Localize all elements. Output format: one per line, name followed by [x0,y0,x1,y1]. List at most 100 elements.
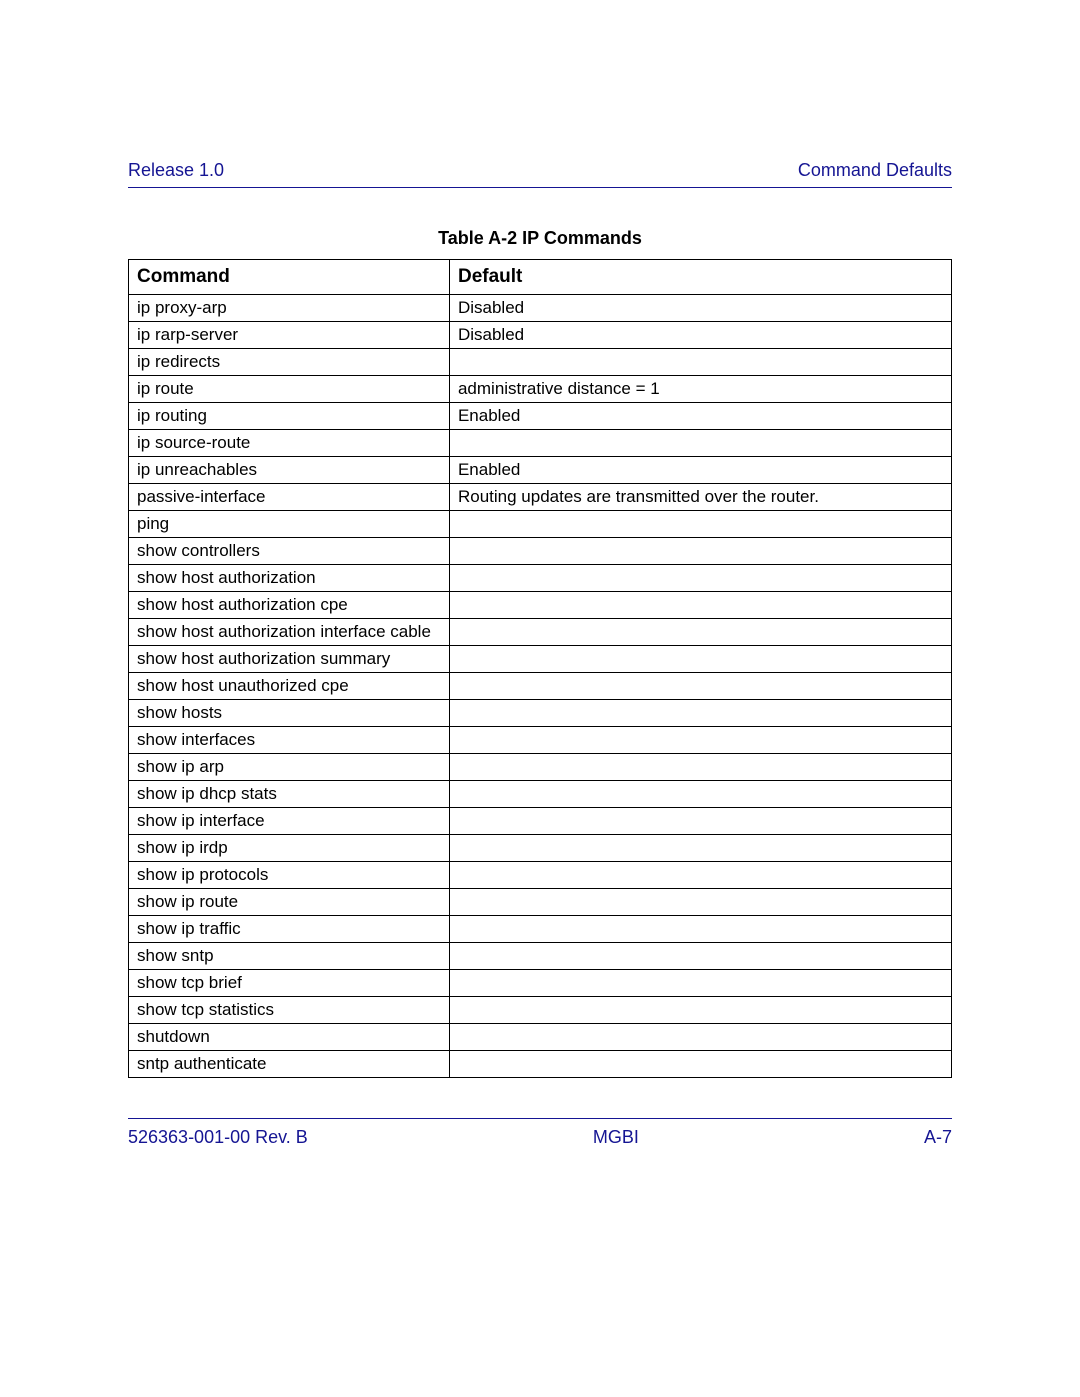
cell-command: show ip traffic [129,916,450,943]
table-row: show tcp brief [129,970,952,997]
cell-command: show ip interface [129,808,450,835]
cell-default: Disabled [449,295,951,322]
cell-default [449,727,951,754]
cell-command: show tcp statistics [129,997,450,1024]
table-row: show controllers [129,538,952,565]
table-row: ip routingEnabled [129,403,952,430]
cell-default [449,592,951,619]
cell-command: ip routing [129,403,450,430]
cell-default: administrative distance = 1 [449,376,951,403]
cell-default [449,1051,951,1078]
cell-command: show host authorization [129,565,450,592]
cell-command: show ip route [129,889,450,916]
cell-command: show host authorization interface cable [129,619,450,646]
cell-command: show host authorization cpe [129,592,450,619]
table-row: show tcp statistics [129,997,952,1024]
cell-default [449,673,951,700]
cell-default: Enabled [449,457,951,484]
table-row: show host authorization summary [129,646,952,673]
table-row: ip unreachablesEnabled [129,457,952,484]
cell-default [449,808,951,835]
cell-default [449,619,951,646]
cell-default [449,997,951,1024]
table-row: ip proxy-arpDisabled [129,295,952,322]
col-command: Command [129,260,450,295]
cell-command: show ip irdp [129,835,450,862]
table-title: Table A-2 IP Commands [128,228,952,249]
cell-command: show interfaces [129,727,450,754]
page-header: Release 1.0 Command Defaults [128,160,952,188]
table-row: ip rarp-serverDisabled [129,322,952,349]
page-footer: 526363-001-00 Rev. B MGBI A-7 [128,1119,952,1148]
table-row: show ip traffic [129,916,952,943]
table-row: ip source-route [129,430,952,457]
table-row: show ip route [129,889,952,916]
table-row: ping [129,511,952,538]
cell-command: ping [129,511,450,538]
table-row: show host authorization cpe [129,592,952,619]
table-row: show host unauthorized cpe [129,673,952,700]
cell-command: ip source-route [129,430,450,457]
cell-default [449,970,951,997]
table-row: sntp authenticate [129,1051,952,1078]
cell-command: shutdown [129,1024,450,1051]
cell-command: passive-interface [129,484,450,511]
cell-default [449,781,951,808]
cell-command: show ip dhcp stats [129,781,450,808]
cell-default [449,349,951,376]
footer-right: A-7 [924,1127,952,1148]
cell-default [449,430,951,457]
cell-default [449,565,951,592]
table-row: show sntp [129,943,952,970]
table-header-row: Command Default [129,260,952,295]
table-row: show interfaces [129,727,952,754]
cell-default [449,511,951,538]
cell-command: ip proxy-arp [129,295,450,322]
cell-default [449,889,951,916]
table-row: show host authorization [129,565,952,592]
cell-default [449,835,951,862]
cell-command: show host unauthorized cpe [129,673,450,700]
cell-command: show host authorization summary [129,646,450,673]
cell-command: show sntp [129,943,450,970]
cell-default: Disabled [449,322,951,349]
cell-command: sntp authenticate [129,1051,450,1078]
cell-default [449,754,951,781]
cell-command: show tcp brief [129,970,450,997]
footer-center: MGBI [593,1127,639,1148]
cell-default [449,916,951,943]
header-left: Release 1.0 [128,160,224,181]
table-row: shutdown [129,1024,952,1051]
table-row: show ip dhcp stats [129,781,952,808]
col-default: Default [449,260,951,295]
cell-command: ip unreachables [129,457,450,484]
table-row: show ip arp [129,754,952,781]
cell-default [449,862,951,889]
table-row: show ip interface [129,808,952,835]
table-row: show ip protocols [129,862,952,889]
cell-default: Routing updates are transmitted over the… [449,484,951,511]
cell-command: ip route [129,376,450,403]
cell-command: ip rarp-server [129,322,450,349]
table-row: show host authorization interface cable [129,619,952,646]
table-row: passive-interfaceRouting updates are tra… [129,484,952,511]
cell-command: ip redirects [129,349,450,376]
cell-default: Enabled [449,403,951,430]
cell-default [449,700,951,727]
footer-left: 526363-001-00 Rev. B [128,1127,308,1148]
cell-command: show ip protocols [129,862,450,889]
cell-default [449,646,951,673]
table-row: ip routeadministrative distance = 1 [129,376,952,403]
cell-default [449,538,951,565]
ip-commands-table: Command Default ip proxy-arpDisabledip r… [128,259,952,1078]
cell-default [449,943,951,970]
cell-default [449,1024,951,1051]
cell-command: show ip arp [129,754,450,781]
table-row: ip redirects [129,349,952,376]
document-page: Release 1.0 Command Defaults Table A-2 I… [0,0,1080,1397]
table-row: show ip irdp [129,835,952,862]
cell-command: show hosts [129,700,450,727]
table-row: show hosts [129,700,952,727]
header-right: Command Defaults [798,160,952,181]
cell-command: show controllers [129,538,450,565]
